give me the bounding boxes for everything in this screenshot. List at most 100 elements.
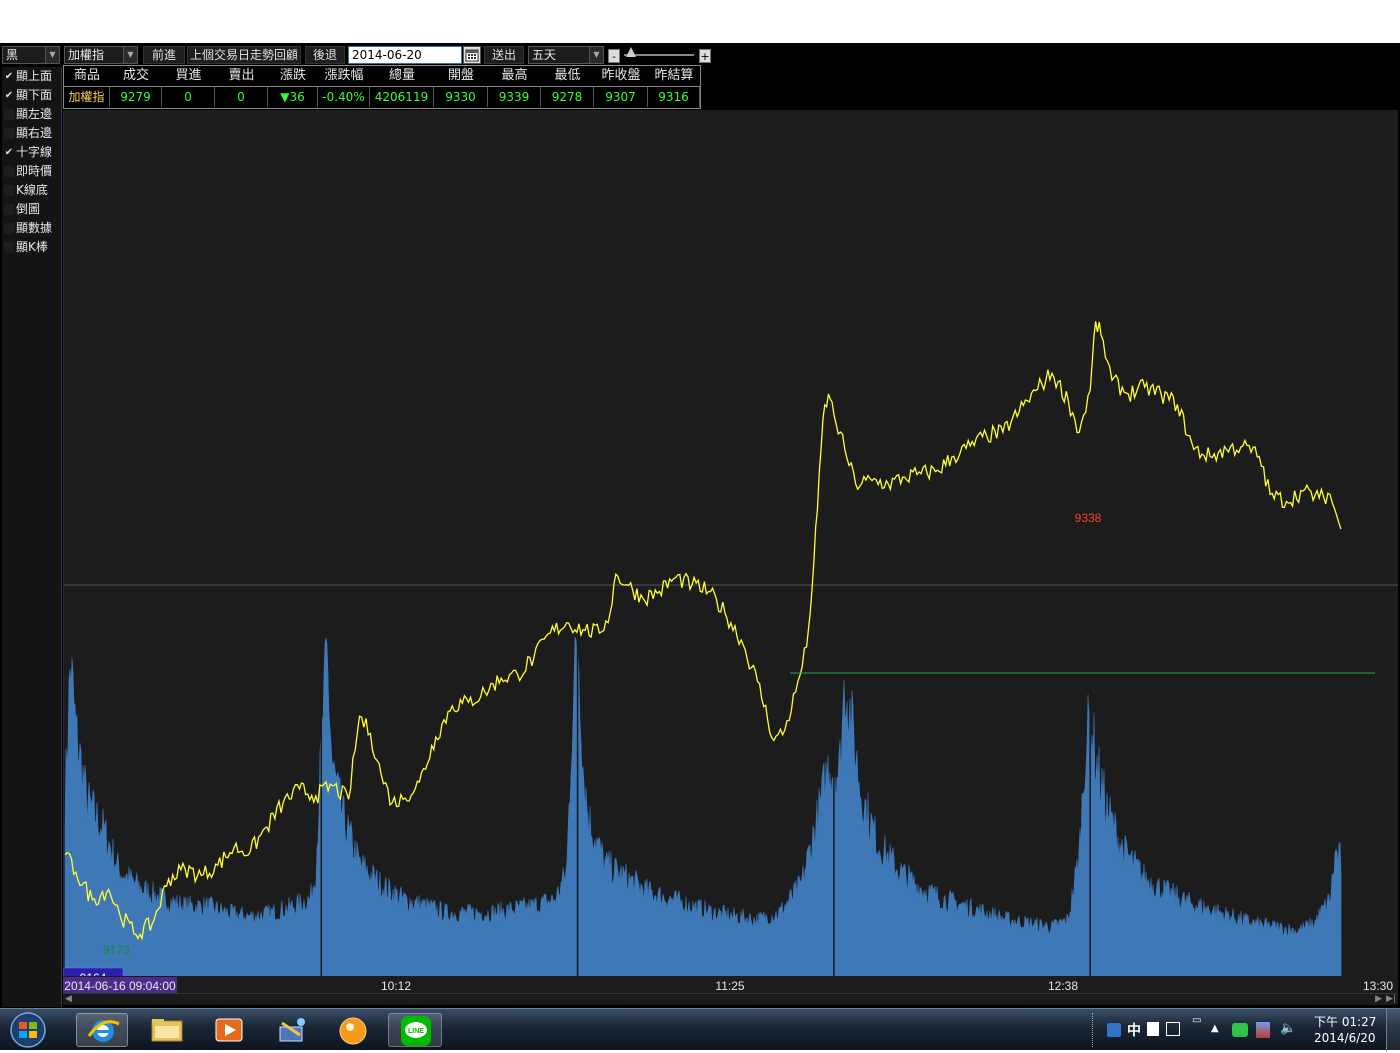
option-label: 十字線 [16,145,53,159]
chevron-down-icon: ▼ [123,47,137,63]
quote-header-12: 昨結算 [654,68,694,83]
high-price-label: 9338 [1075,511,1102,525]
option-7[interactable]: K線底 [2,181,62,200]
network-tool-icon [279,1018,305,1042]
quote-header-9: 最高 [501,68,528,83]
quote-header-3: 買進 [175,68,202,83]
taskbar-chat-app[interactable] [330,1013,376,1047]
quote-table: 商品 成交 買進 賣出 漲跌 漲跌幅 總量 開盤 最高 最低 昨收盤 昨結算 加權指 9279 0 0 ▼36-… [63,65,701,109]
clock-time[interactable]: 下午 01:27 [1314,1013,1376,1030]
option-4[interactable]: 顯右邊 [2,124,62,143]
calendar-icon[interactable] [463,46,481,64]
zoom-slider-thumb[interactable] [625,47,636,57]
option-label: 倒圖 [16,202,41,216]
quote-value-3: 0 [162,87,215,107]
quote-value-7: 4206119 [370,87,434,107]
option-5[interactable]: ✔ 十字線 [2,143,62,162]
taskbar-network-tool[interactable] [268,1013,314,1047]
price-line [64,321,1342,941]
chevron-down-icon: ▼ [589,47,603,63]
back-button[interactable]: 後退 [305,46,345,64]
line-label: LINE [408,1028,424,1035]
ime-mode-label[interactable]: 中 [1127,1020,1141,1040]
checkmark-icon[interactable]: ✔ [4,71,14,82]
checkbox-empty-icon[interactable] [4,242,14,253]
prev-day-review-button[interactable]: 上個交易日走勢回顧 [187,46,301,64]
taskbar-explorer[interactable] [144,1013,190,1047]
tray-grip [1092,1013,1096,1047]
color-theme-value: 黑 [6,48,19,62]
scroll-right-arrow-icon[interactable]: ▶ [1375,994,1382,1004]
option-label: 即時價 [16,164,53,178]
option-10[interactable]: 顯K棒 [2,238,62,257]
ime-options-icon[interactable]: ▭ [1192,1015,1201,1026]
scroll-end-arrow-icon[interactable]: ▶| [1386,994,1396,1004]
trading-app-window: 黑 ▼ 加權指 ▼ 前進 上個交易日走勢回顧 後退 2014-06-20 送出 … [0,43,1400,1008]
zoom-out-button[interactable]: - [608,49,620,63]
internet-explorer-icon [87,1020,120,1042]
option-2[interactable]: ✔ 顯下面 [2,86,62,105]
taskbar-media-player[interactable] [206,1013,252,1047]
quote-header-6: 漲跌幅 [324,68,364,83]
checkbox-empty-icon[interactable] [4,166,14,177]
volume-icon[interactable]: 🔈 [1280,1021,1296,1036]
display-options-panel: ✔ 顯上面 ✔ 顯下面 顯左邊 顯右邊 ✔ 十字線 即時價 K線底 倒圖 顯數據 顯K棒 [2,67,62,1007]
quote-header-4: 賣出 [228,68,255,83]
forward-button[interactable]: 前進 [143,46,185,64]
scroll-left-arrow-icon[interactable]: ◀ [65,994,72,1004]
checkbox-empty-icon[interactable] [4,128,14,139]
orange-chat-icon [339,1017,367,1045]
option-1[interactable]: ✔ 顯上面 [2,67,62,86]
start-button[interactable] [6,1011,50,1049]
ime-icon[interactable] [1107,1023,1121,1037]
option-6[interactable]: 即時價 [2,162,62,181]
quote-value-8: 9330 [434,87,488,107]
date-input[interactable]: 2014-06-20 [348,46,462,64]
time-axis-label-3: 11:25 [715,979,744,993]
taskbar-ie[interactable] [76,1013,128,1047]
chart-horizontal-scrollbar[interactable]: ◀ ▶ ▶| [63,993,1398,1005]
option-8[interactable]: 倒圖 [2,200,62,219]
option-label: 顯數據 [16,221,53,235]
line-tray-icon[interactable] [1232,1023,1248,1037]
network-tray-icon[interactable] [1256,1022,1270,1038]
show-hidden-icons-icon[interactable]: ▲ [1211,1023,1219,1034]
product-select[interactable]: 加權指 ▼ [64,46,138,64]
color-theme-select[interactable]: 黑 ▼ [2,46,60,64]
checkbox-empty-icon[interactable] [4,223,14,234]
zoom-in-button[interactable]: + [699,49,711,63]
option-label: 顯上面 [16,69,53,83]
quote-value-12: 9316 [648,87,700,107]
chevron-down-icon: ▼ [45,47,59,63]
option-label: K線底 [16,183,48,197]
option-label: 顯下面 [16,88,53,102]
quote-value-5: ▼36 [268,87,318,107]
checkbox-empty-icon[interactable] [4,185,14,196]
quote-value-6: -0.40% [318,87,370,107]
checkbox-empty-icon[interactable] [4,204,14,215]
checkbox-empty-icon[interactable] [4,109,14,120]
quote-value-4: 0 [215,87,268,107]
folder-icon [151,1019,183,1042]
range-select[interactable]: 五天 ▼ [528,46,604,64]
quote-header-2: 成交 [122,68,149,83]
time-axis-label-4: 12:38 [1048,979,1078,993]
quote-header-11: 昨收盤 [601,68,641,83]
taskbar-line[interactable]: LINE [388,1013,442,1047]
option-9[interactable]: 顯數據 [2,219,62,238]
send-button[interactable]: 送出 [484,46,524,64]
ime-fullwidth-icon[interactable] [1147,1022,1159,1036]
time-axis-label-5: 13:30 [1363,979,1393,993]
option-3[interactable]: 顯左邊 [2,105,62,124]
checkmark-icon[interactable]: ✔ [4,90,14,101]
option-label: 顯K棒 [16,240,48,254]
quote-value-11: 9307 [594,87,648,107]
checkmark-icon[interactable]: ✔ [4,147,14,158]
chart-canvas: 9338917391642014-06-16 09:04:0010:1211:2… [63,110,1398,994]
option-label: 顯右邊 [16,126,53,140]
ime-keyboard-icon[interactable] [1166,1022,1180,1036]
intraday-chart[interactable]: 9338917391642014-06-16 09:04:0010:1211:2… [63,110,1398,994]
clock-date[interactable]: 2014/6/20 [1314,1031,1376,1045]
show-desktop-button[interactable] [1386,1009,1400,1051]
quote-value-2: 9279 [110,87,162,107]
